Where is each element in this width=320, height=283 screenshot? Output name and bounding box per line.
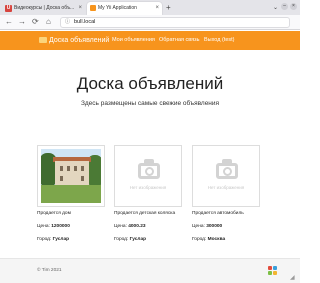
ad-card: Нет изображения Продается детская коляск… [114, 145, 182, 243]
ad-title[interactable]: Продается детская коляска [114, 210, 182, 217]
tab-close-icon[interactable]: × [78, 2, 82, 15]
menu-item-my-ads[interactable]: Мои объявления [112, 31, 155, 50]
brand-link[interactable]: Доска объявлений [39, 31, 109, 50]
browser-nav-bar: ← → ⟳ ⌂ ⓘ bull.local [0, 15, 300, 30]
resize-grip-icon[interactable]: ◢ [290, 274, 295, 281]
ad-card: Нет изображения Продается автомобиль Цен… [192, 145, 260, 243]
ad-city: Город: Москва [192, 237, 226, 242]
menu-item-feedback[interactable]: Обратная связь [159, 31, 200, 50]
forward-arrow-icon[interactable]: → [18, 16, 26, 28]
minimize-button[interactable]: – [281, 3, 288, 10]
tab-title: My Yii Application [98, 5, 137, 11]
ad-city: Город: Гуслар [114, 237, 147, 242]
ad-price: Цена: 300000 [192, 224, 223, 229]
tab-video-courses[interactable]: U Видеокурсы | Доска объ... × [4, 2, 84, 15]
back-arrow-icon[interactable]: ← [5, 16, 13, 28]
ad-title[interactable]: Продается автомобиль [192, 210, 260, 217]
new-tab-button[interactable]: + [166, 2, 171, 14]
menu-item-logout[interactable]: Выход (test) [204, 31, 235, 50]
site-footer: © Tim 2021 [0, 258, 300, 283]
ad-card: Продается дом Цена: 1200000 Город: Гусла… [37, 145, 105, 243]
page-info-icon[interactable]: ⓘ [65, 18, 70, 27]
no-image-text: Нет изображения [129, 185, 167, 190]
site-header: Доска объявлений Мои объявления Обратная… [0, 31, 300, 50]
brand-text: Доска объявлений [49, 37, 110, 44]
home-icon[interactable]: ⌂ [46, 16, 51, 28]
ad-title[interactable]: Продается дом [37, 210, 105, 217]
url-bar[interactable]: ⓘ bull.local [60, 17, 290, 28]
reload-icon[interactable]: ⟳ [32, 16, 39, 28]
yii-debug-icon[interactable] [268, 266, 277, 275]
page-title: Доска объявлений [76, 74, 224, 93]
tab-my-yii-application[interactable]: My Yii Application × [87, 2, 162, 15]
ad-price: Цена: 1200000 [37, 224, 70, 229]
house-photo [41, 149, 101, 203]
copyright-text: © Tim 2021 [37, 268, 62, 273]
list-all-tabs-icon[interactable]: ⌄ [273, 2, 278, 14]
ad-image[interactable]: Нет изображения [192, 145, 260, 207]
udemy-favicon-icon: U [5, 5, 12, 12]
ad-image[interactable]: Нет изображения [114, 145, 182, 207]
ad-image[interactable] [37, 145, 105, 207]
ad-city: Город: Гуслар [37, 237, 70, 242]
tab-title: Видеокурсы | Доска объ... [14, 5, 75, 11]
no-image-text: Нет изображения [207, 185, 245, 190]
site-favicon-icon [90, 5, 96, 11]
browser-tab-strip: U Видеокурсы | Доска объ... × My Yii App… [0, 0, 300, 15]
tab-close-icon[interactable]: × [155, 2, 159, 15]
ad-price: Цена: 4000.23 [114, 224, 146, 229]
page-subtitle: Здесь размещены самые свежие объявления [80, 100, 220, 107]
close-window-button[interactable]: × [290, 3, 297, 10]
folder-icon [39, 37, 47, 43]
url-text: bull.local [74, 19, 96, 25]
